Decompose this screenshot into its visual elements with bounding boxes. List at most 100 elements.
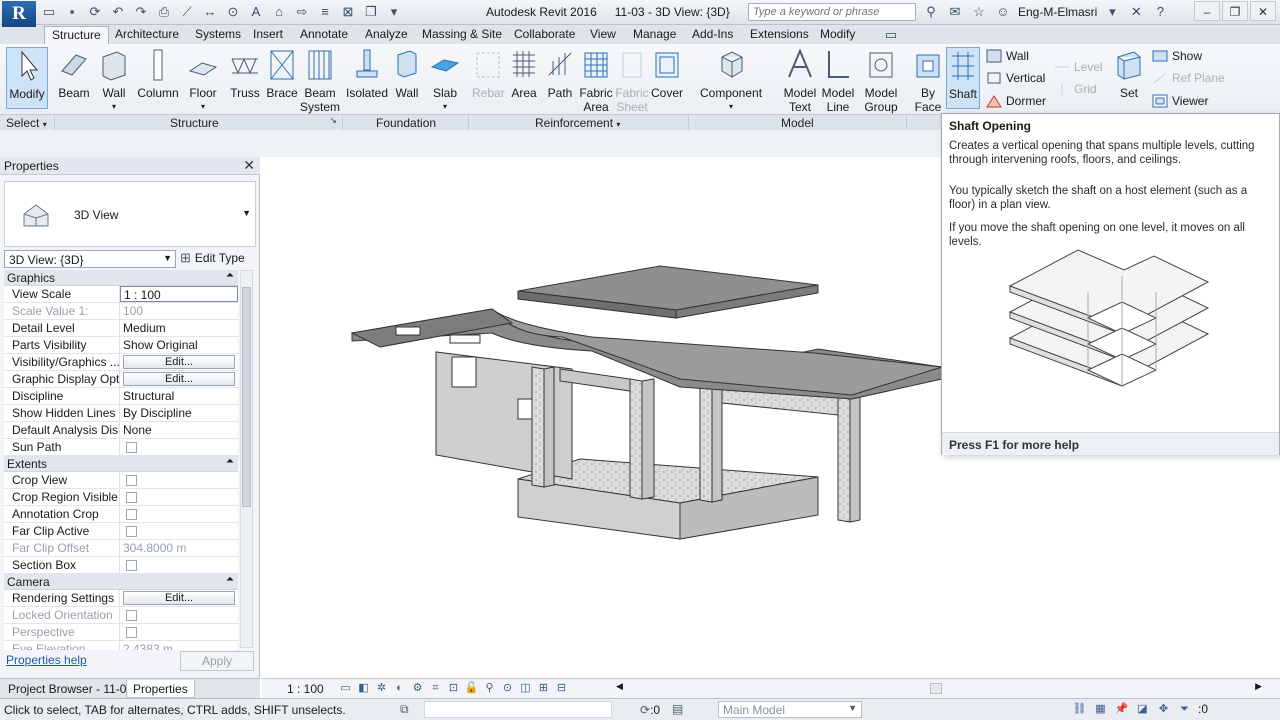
crop-view-icon[interactable]: ⌗: [428, 681, 443, 695]
annotation-crop-checkbox[interactable]: [126, 509, 137, 520]
tab-annotate[interactable]: Annotate: [293, 26, 355, 44]
parts-visibility-value[interactable]: Show Original: [120, 337, 238, 353]
drag-elements-icon[interactable]: ✥: [1156, 702, 1171, 716]
truss-button[interactable]: Truss: [228, 47, 262, 100]
model-group-button[interactable]: Model Group: [860, 47, 902, 114]
fabric-sheet-button[interactable]: Fabric Sheet: [614, 47, 650, 114]
workset-dropdown[interactable]: [424, 701, 612, 718]
select-pinned-icon[interactable]: 📌: [1114, 702, 1129, 716]
path-reinforcement-button[interactable]: Path: [544, 47, 576, 100]
sun-path-checkbox[interactable]: [126, 442, 137, 453]
type-selector[interactable]: 3D View ▼: [4, 181, 256, 247]
viewer-button[interactable]: Viewer: [1152, 94, 1208, 108]
design-options-icon[interactable]: ▤: [672, 702, 683, 716]
tab-manage[interactable]: Manage: [626, 26, 683, 44]
component-button[interactable]: Component ▾: [700, 47, 762, 114]
apply-button[interactable]: Apply: [180, 651, 254, 671]
edit-type-button[interactable]: ⊞ Edit Type: [180, 250, 245, 266]
restore-icon[interactable]: ❐: [1222, 1, 1248, 21]
show-work-plane-button[interactable]: Show: [1152, 49, 1202, 63]
scroll-right-icon[interactable]: ▶: [1255, 681, 1262, 692]
visibility-graphics-edit-button[interactable]: Edit...: [123, 355, 235, 369]
tag-icon[interactable]: ⊙: [224, 3, 242, 21]
opening-by-face-button[interactable]: By Face: [912, 47, 944, 114]
set-work-plane-button[interactable]: Set: [1114, 47, 1144, 100]
close-hidden-icon[interactable]: ⊠: [339, 3, 357, 21]
design-option-dropdown[interactable]: Main Model ▼: [718, 701, 862, 718]
modify-button[interactable]: Modify: [6, 47, 48, 109]
graphic-display-edit-button[interactable]: Edit...: [123, 372, 235, 386]
chevron-down-icon[interactable]: ▾: [1103, 3, 1121, 21]
wall-foundation-button[interactable]: Wall: [392, 47, 422, 100]
view-scale-field[interactable]: 1 : 100: [120, 286, 238, 302]
tab-structure[interactable]: Structure: [44, 26, 109, 44]
redo-icon[interactable]: ↷: [132, 3, 150, 21]
ribbon-toggle-icon[interactable]: ▭: [882, 26, 900, 44]
tab-collaborate[interactable]: Collaborate: [507, 26, 582, 44]
tab-architecture[interactable]: Architecture: [108, 26, 186, 44]
reveal-hidden-icon[interactable]: ⊙: [500, 681, 515, 695]
shadows-icon[interactable]: ◐: [392, 681, 407, 695]
detail-level-icon[interactable]: ▭: [338, 681, 353, 695]
vertical-opening-button[interactable]: Vertical: [986, 71, 1045, 85]
level-button[interactable]: Level: [1054, 60, 1103, 74]
help-icon[interactable]: ?: [1151, 3, 1169, 21]
scrollbar-thumb[interactable]: [930, 683, 942, 694]
minimize-icon[interactable]: –: [1194, 1, 1220, 21]
filter-icon[interactable]: ⏷: [1177, 702, 1192, 716]
communication-icon[interactable]: ✉: [946, 3, 964, 21]
highlight-displacement-icon[interactable]: ⊞: [536, 681, 551, 695]
crop-region-checkbox[interactable]: [126, 492, 137, 503]
tab-systems[interactable]: Systems: [188, 26, 248, 44]
temporary-hide-icon[interactable]: ⚲: [482, 681, 497, 695]
worksets-icon[interactable]: ⧉: [400, 702, 409, 717]
group-graphics[interactable]: Graphics ⏶: [4, 270, 238, 286]
floor-button[interactable]: Floor ▾: [186, 47, 220, 114]
column-button[interactable]: Column: [136, 47, 180, 100]
properties-help-link[interactable]: Properties help: [6, 653, 87, 667]
ref-plane-button[interactable]: Ref Plane: [1152, 71, 1225, 85]
qat-dropdown-icon[interactable]: ▾: [385, 3, 403, 21]
beam-system-button[interactable]: Beam System: [300, 47, 340, 114]
user-name[interactable]: Eng-M-Elmasri: [1018, 5, 1097, 19]
rebar-button[interactable]: Rebar: [472, 47, 505, 100]
rendering-settings-edit-button[interactable]: Edit...: [123, 591, 235, 605]
section-icon[interactable]: ⇨: [293, 3, 311, 21]
sync-icon[interactable]: ⟳: [86, 3, 104, 21]
select-underlay-icon[interactable]: ▦: [1093, 702, 1108, 716]
beam-button[interactable]: Beam: [56, 47, 92, 100]
isolated-foundation-button[interactable]: Isolated: [346, 47, 388, 100]
star-icon[interactable]: ☆: [970, 3, 988, 21]
lock-3d-view-icon[interactable]: 🔓: [464, 681, 479, 695]
binoculars-icon[interactable]: ⚲: [922, 3, 940, 21]
shaft-button[interactable]: Shaft: [946, 47, 980, 109]
search-input[interactable]: [748, 3, 916, 21]
tab-extensions[interactable]: Extensions: [743, 26, 816, 44]
panel-reinforcement[interactable]: Reinforcement ▾: [535, 116, 620, 130]
measure-icon[interactable]: ⟋: [178, 3, 196, 21]
dormer-opening-button[interactable]: Dormer: [986, 94, 1046, 108]
undo-icon[interactable]: ↶: [109, 3, 127, 21]
discipline-value[interactable]: Structural: [120, 388, 238, 404]
tab-project-browser[interactable]: Project Browser - 11-03: [2, 680, 139, 698]
collapse-icon[interactable]: ⏶: [226, 456, 234, 467]
switch-windows-icon[interactable]: ❐: [362, 3, 380, 21]
group-extents[interactable]: Extents ⏶: [4, 456, 238, 472]
close-icon[interactable]: ✕: [243, 157, 255, 174]
reveal-constraints-icon[interactable]: ⊟: [554, 681, 569, 695]
wall-button[interactable]: Wall ▾: [98, 47, 130, 114]
tab-add-ins[interactable]: Add-Ins: [685, 26, 740, 44]
grid-button[interactable]: Grid: [1054, 82, 1097, 96]
view-scale-button[interactable]: 1 : 100: [287, 682, 324, 696]
rendering-icon[interactable]: ⚙: [410, 681, 425, 695]
crop-region-icon[interactable]: ⊡: [446, 681, 461, 695]
horizontal-scrollbar[interactable]: ◀ ▶: [616, 681, 1262, 695]
select-by-face-icon[interactable]: ◪: [1135, 702, 1150, 716]
group-camera[interactable]: Camera ⏶: [4, 574, 238, 590]
hidden-lines-value[interactable]: By Discipline: [120, 405, 238, 421]
properties-scrollbar[interactable]: [240, 270, 253, 648]
open-icon[interactable]: ▭: [40, 3, 58, 21]
detail-level-value[interactable]: Medium: [120, 320, 238, 336]
print-icon[interactable]: ⎙: [155, 3, 173, 21]
tab-analyze[interactable]: Analyze: [358, 26, 415, 44]
